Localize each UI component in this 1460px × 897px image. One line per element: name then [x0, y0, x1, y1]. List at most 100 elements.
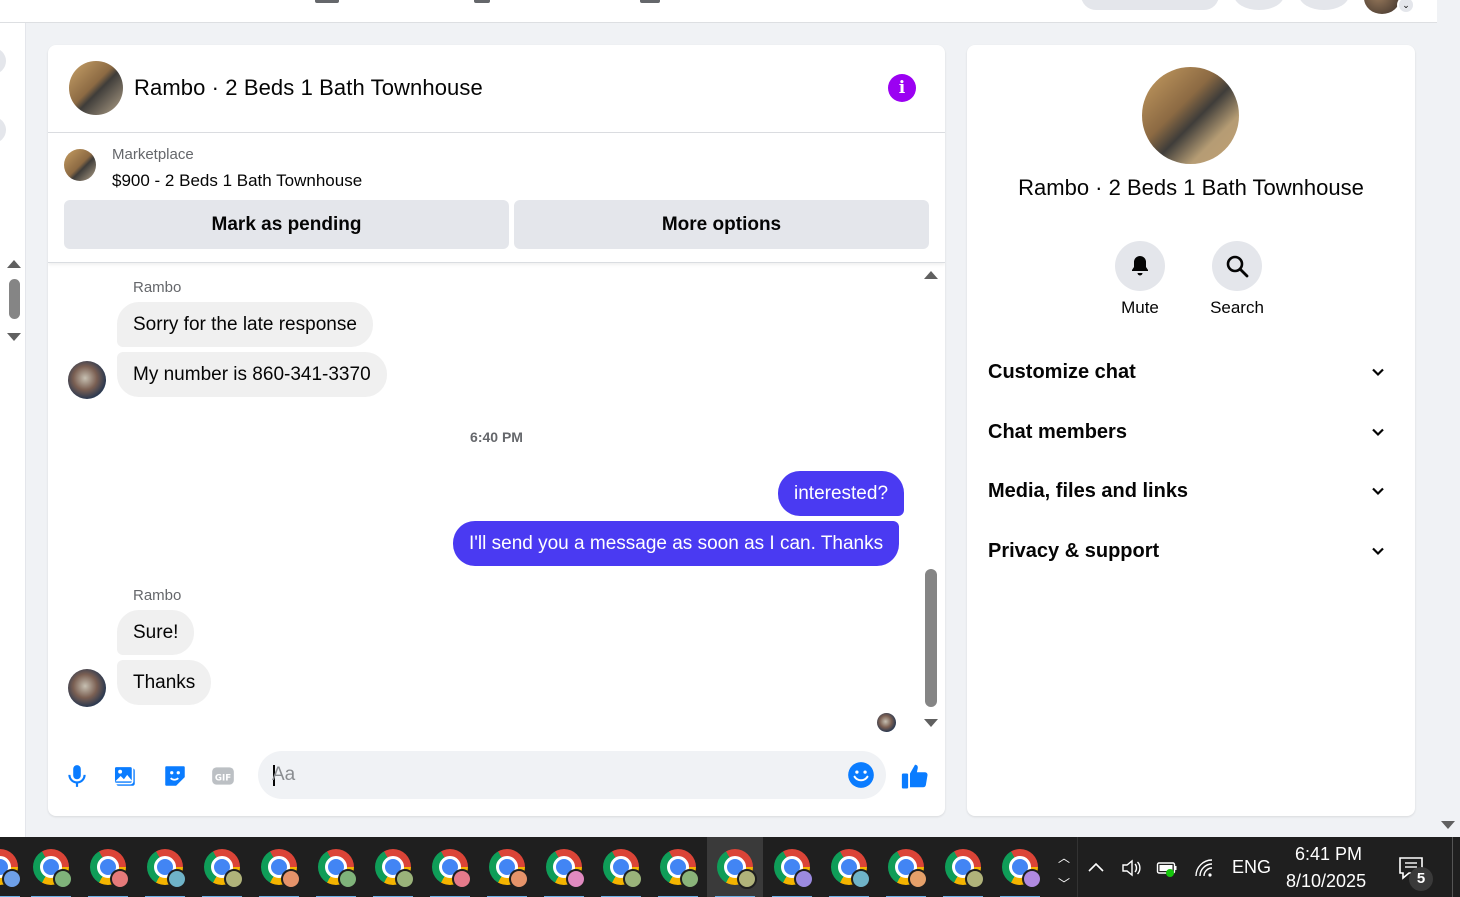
taskbar-scroll-up-icon[interactable]: ︿ — [1058, 849, 1070, 866]
account-avatar[interactable] — [1364, 0, 1400, 14]
chrome-profile-taskbar-icon[interactable] — [485, 845, 529, 897]
sticker-icon[interactable] — [162, 763, 188, 789]
more-options-button[interactable]: More options — [514, 200, 929, 249]
wifi-icon[interactable] — [1193, 857, 1215, 879]
chrome-profile-taskbar-icon[interactable] — [713, 845, 757, 897]
top-navigation-bar: ⌄ — [0, 0, 1437, 23]
message-bubble[interactable]: My number is 860-341-3370 — [117, 352, 387, 397]
profile-badge-icon — [281, 869, 301, 889]
battery-icon[interactable] — [1156, 857, 1178, 879]
profile-badge-icon — [110, 869, 130, 889]
chat-header: Rambo · 2 Beds 1 Bath Townhouse i — [48, 45, 945, 133]
message-bubble[interactable]: Sure! — [117, 610, 195, 655]
media-files-links-section[interactable]: Media, files and links — [988, 471, 1393, 511]
chrome-profile-taskbar-icon[interactable] — [428, 845, 472, 897]
profile-badge-icon — [851, 869, 871, 889]
sidebar-shortcut[interactable] — [0, 48, 6, 74]
show-hidden-icons-icon[interactable] — [1085, 857, 1107, 879]
menu-button[interactable] — [1234, 0, 1284, 10]
sidebar-scroll-down-icon[interactable] — [7, 333, 21, 341]
clock-date[interactable]: 8/10/2025 — [1286, 871, 1366, 892]
sidebar-scrollbar-thumb[interactable] — [9, 279, 20, 319]
message-input[interactable] — [272, 751, 832, 799]
chrome-profile-taskbar-icon[interactable] — [827, 845, 871, 897]
chat-members-section[interactable]: Chat members — [988, 412, 1393, 452]
mute-button[interactable] — [1115, 241, 1165, 291]
messenger-button[interactable] — [1299, 0, 1349, 10]
sidebar-shortcut[interactable] — [0, 117, 6, 143]
clock-time[interactable]: 6:41 PM — [1295, 844, 1362, 865]
search-icon — [1226, 255, 1249, 278]
conversation-info-icon[interactable]: i — [888, 74, 916, 102]
section-label: Chat members — [988, 421, 1127, 443]
emoji-icon[interactable] — [847, 761, 875, 789]
message-bubble[interactable]: Sorry for the late response — [117, 302, 373, 347]
section-label: Media, files and links — [988, 480, 1189, 502]
mute-action[interactable]: Mute — [1092, 241, 1188, 318]
message-input-container[interactable] — [258, 751, 886, 799]
chrome-profile-taskbar-icon[interactable] — [314, 845, 358, 897]
customize-chat-section[interactable]: Customize chat — [988, 352, 1393, 392]
nav-marketplace-icon[interactable] — [640, 0, 660, 3]
own-message-bubble[interactable]: interested? — [778, 471, 905, 516]
chrome-profile-taskbar-icon[interactable] — [884, 845, 928, 897]
microphone-icon[interactable] — [64, 763, 90, 789]
input-language[interactable]: ENG — [1232, 857, 1271, 878]
chrome-profile-taskbar-icon[interactable] — [200, 845, 244, 897]
search-label: Search — [1210, 298, 1264, 317]
sender-avatar[interactable] — [68, 361, 106, 399]
mute-label: Mute — [1121, 298, 1159, 317]
marketplace-listing-banner: Marketplace $900 - 2 Beds 1 Bath Townhou… — [48, 133, 945, 263]
listing-title[interactable]: $900 - 2 Beds 1 Bath Townhouse — [112, 171, 362, 191]
chat-title[interactable]: Rambo · 2 Beds 1 Bath Townhouse — [134, 75, 483, 101]
search-action[interactable]: Search — [1189, 241, 1285, 318]
sender-avatar[interactable] — [68, 669, 106, 707]
chrome-profile-taskbar-icon[interactable] — [656, 845, 700, 897]
chrome-profile-taskbar-icon[interactable] — [143, 845, 187, 897]
show-desktop-button[interactable] — [1452, 837, 1460, 897]
chrome-profile-taskbar-icon[interactable] — [371, 845, 415, 897]
profile-badge-icon — [737, 869, 757, 889]
sidebar-scroll-up-icon[interactable] — [7, 260, 21, 268]
profile-badge-icon — [680, 869, 700, 889]
listing-thumbnail[interactable] — [64, 149, 96, 181]
chevron-down-icon — [1372, 428, 1384, 437]
chrome-profile-taskbar-icon[interactable] — [599, 845, 643, 897]
messages-scrollbar-thumb[interactable] — [925, 569, 937, 707]
chrome-profile-taskbar-icon[interactable] — [29, 845, 73, 897]
privacy-support-section[interactable]: Privacy & support — [988, 531, 1393, 571]
conversation-avatar-large[interactable] — [1142, 67, 1239, 164]
profile-badge-icon — [566, 869, 586, 889]
nav-video-icon[interactable] — [474, 0, 490, 3]
profile-badge-icon — [53, 869, 73, 889]
volume-icon[interactable] — [1120, 857, 1142, 879]
chrome-profile-taskbar-icon[interactable] — [998, 845, 1042, 897]
profile-badge-icon — [623, 869, 643, 889]
profile-badge-icon — [452, 869, 472, 889]
page-scroll-down-icon[interactable] — [1441, 821, 1455, 829]
profile-badge-icon — [167, 869, 187, 889]
chrome-profile-taskbar-icon[interactable] — [257, 845, 301, 897]
account-chevron-icon[interactable]: ⌄ — [1397, 0, 1415, 14]
conversation-name: Rambo · 2 Beds 1 Bath Townhouse — [1018, 175, 1364, 200]
chrome-profile-taskbar-icon[interactable] — [0, 845, 22, 897]
nav-home-icon[interactable] — [315, 0, 339, 3]
message-bubble[interactable]: Thanks — [117, 660, 212, 705]
chat-avatar[interactable] — [69, 61, 123, 115]
search-button[interactable] — [1212, 241, 1262, 291]
gif-icon[interactable]: GIF — [210, 763, 236, 789]
messages-scroll-up-icon[interactable] — [924, 271, 938, 279]
thumbs-up-icon[interactable] — [900, 761, 930, 791]
chrome-profile-taskbar-icon[interactable] — [941, 845, 985, 897]
chrome-profile-taskbar-icon[interactable] — [542, 845, 586, 897]
own-message-bubble[interactable]: I'll send you a message as soon as I can… — [453, 521, 900, 566]
chrome-profile-taskbar-icon[interactable] — [86, 845, 130, 897]
messages-scroll-down-icon[interactable] — [924, 719, 938, 727]
listing-source: Marketplace — [112, 146, 194, 163]
chrome-profile-taskbar-icon[interactable] — [770, 845, 814, 897]
photo-icon[interactable] — [112, 763, 138, 789]
taskbar-scroll-down-icon[interactable]: ﹀ — [1058, 875, 1070, 892]
find-friends-button[interactable] — [1081, 0, 1219, 10]
read-receipt-avatar — [877, 713, 896, 732]
mark-as-pending-button[interactable]: Mark as pending — [64, 200, 509, 249]
